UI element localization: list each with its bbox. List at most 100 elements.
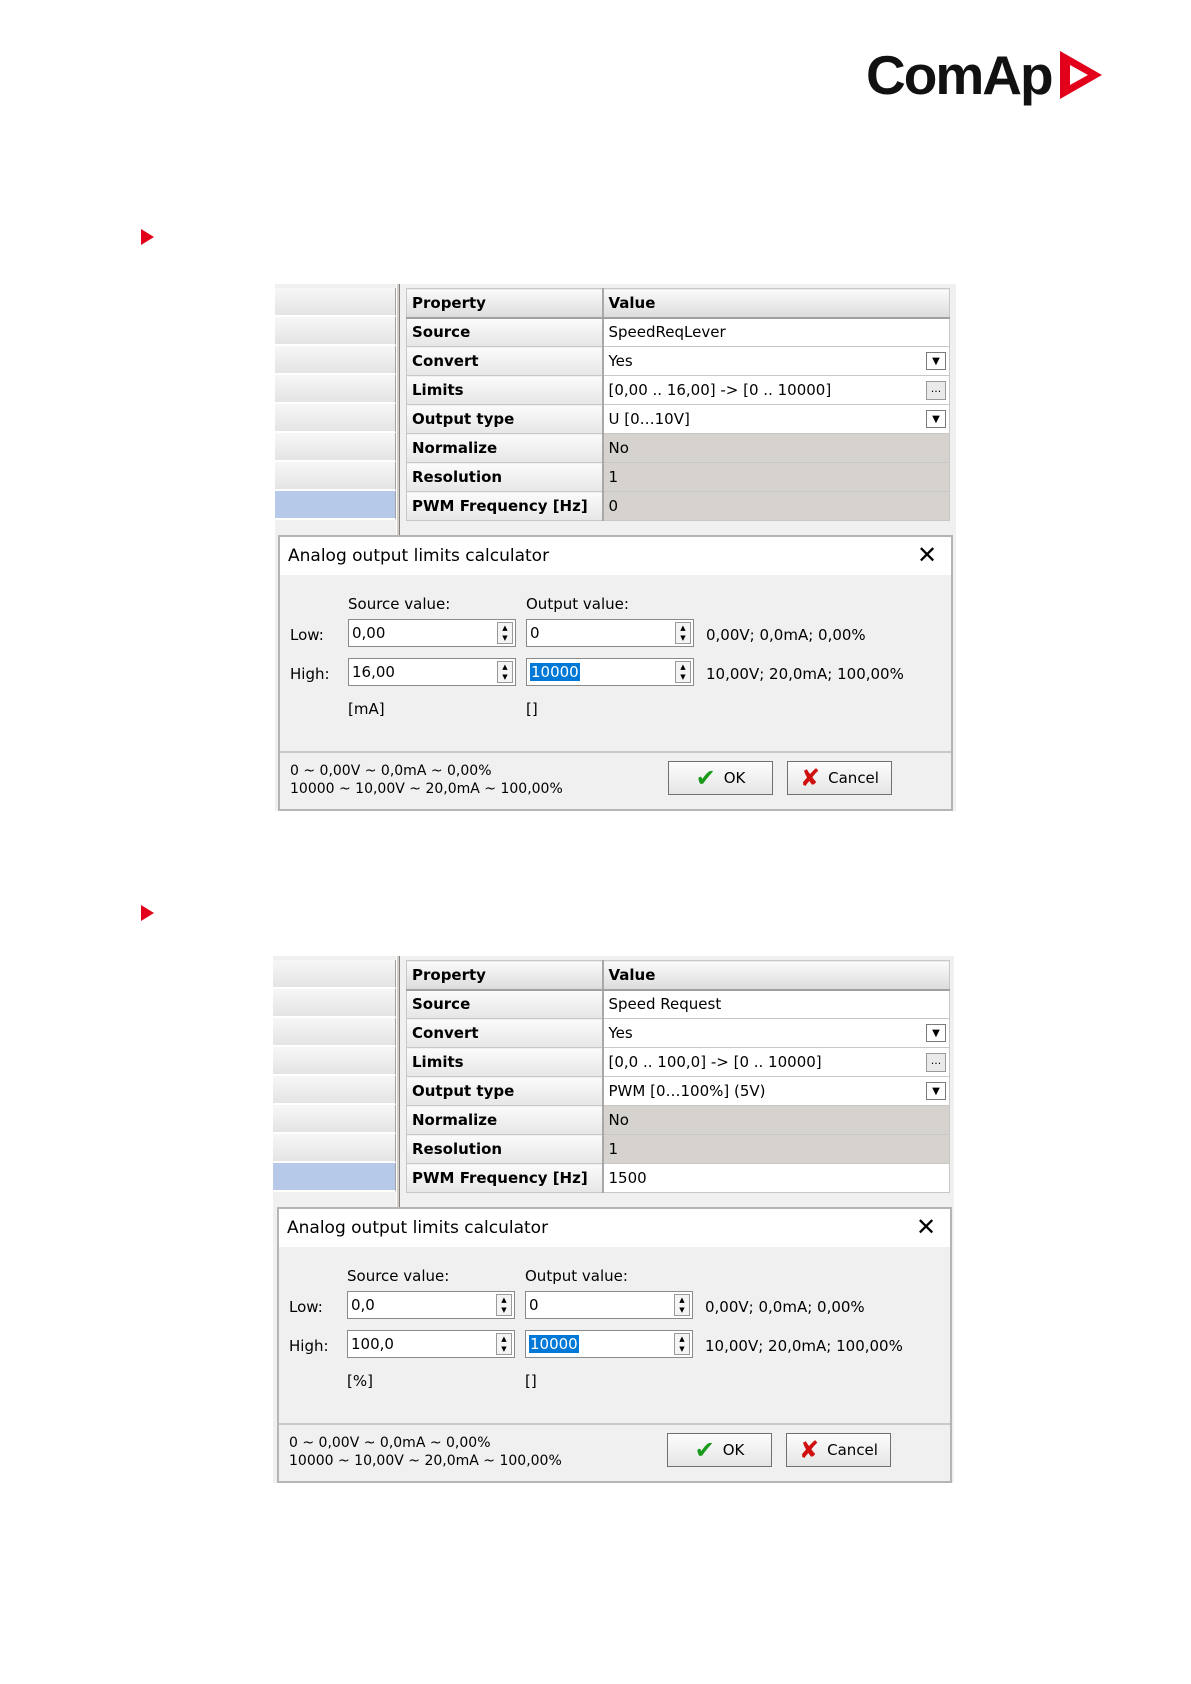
value-text: 1500 xyxy=(608,1169,647,1187)
left-panel-row-selected[interactable] xyxy=(273,1163,396,1192)
low-source-spinner[interactable]: 0,00 ▲ ▼ xyxy=(348,619,516,647)
property-value[interactable]: 1500 xyxy=(602,1163,950,1193)
spinner-arrows-icon[interactable]: ▲ ▼ xyxy=(675,661,691,683)
ellipsis-button[interactable]: ... xyxy=(926,1053,946,1072)
dropdown-arrow-icon[interactable]: ▼ xyxy=(926,352,946,370)
property-label: Resolution xyxy=(406,1134,604,1164)
dialog-footer: 0 ~ 0,00V ~ 0,0mA ~ 0,00% 10000 ~ 10,00V… xyxy=(279,1423,950,1481)
spinner-arrows-icon[interactable]: ▲ ▼ xyxy=(496,1294,512,1316)
property-value[interactable]: Speed Request xyxy=(602,989,950,1019)
spinner-arrows-icon[interactable]: ▲ ▼ xyxy=(674,1294,690,1316)
grid-row-convert[interactable]: Convert Yes ▼ xyxy=(406,1018,950,1048)
grid-row-source[interactable]: Source Speed Request xyxy=(406,989,950,1019)
property-value[interactable]: Yes ▼ xyxy=(602,1018,950,1048)
spinner-arrows-icon[interactable]: ▲ ▼ xyxy=(675,622,691,644)
property-label: PWM Frequency [Hz] xyxy=(406,1163,604,1193)
high-output-spinner[interactable]: 10000 ▲ ▼ xyxy=(525,1330,693,1358)
cancel-button[interactable]: ✘ Cancel xyxy=(787,761,892,795)
left-panel-row[interactable] xyxy=(273,1134,396,1163)
grid-row-output-type[interactable]: Output type U [0…10V] ▼ xyxy=(406,404,950,434)
property-label: Normalize xyxy=(406,1105,604,1135)
property-value[interactable]: PWM [0…100%] (5V) ▼ xyxy=(602,1076,950,1106)
close-icon[interactable]: ✕ xyxy=(912,1214,940,1240)
low-label: Low: xyxy=(290,626,324,644)
close-icon[interactable]: ✕ xyxy=(913,542,941,568)
dropdown-arrow-icon[interactable]: ▼ xyxy=(926,1024,946,1042)
property-value: No xyxy=(602,433,950,463)
ok-button[interactable]: ✔ OK xyxy=(667,1433,772,1467)
source-value-label: Source value: xyxy=(348,595,451,613)
ok-button[interactable]: ✔ OK xyxy=(668,761,773,795)
value-text: 1 xyxy=(608,468,619,486)
grid-row-resolution: Resolution 1 xyxy=(406,462,950,492)
grid-row-source[interactable]: Source SpeedReqLever xyxy=(406,317,950,347)
grid-row-pwm-frequency: PWM Frequency [Hz] 0 xyxy=(406,491,950,521)
low-output-spinner[interactable]: 0 ▲ ▼ xyxy=(525,1291,693,1319)
left-panel-row[interactable] xyxy=(275,288,396,317)
left-panel-row-selected[interactable] xyxy=(275,491,396,520)
left-panel-row[interactable] xyxy=(273,1047,396,1076)
property-grid: Property Value Source Speed Request Conv… xyxy=(406,960,950,1193)
property-label: Limits xyxy=(406,375,604,405)
left-panel-row[interactable] xyxy=(275,317,396,346)
high-output-spinner[interactable]: 10000 ▲ ▼ xyxy=(526,658,694,686)
spinner-value-selected: 10000 xyxy=(530,663,580,681)
left-panel-row[interactable] xyxy=(273,989,396,1018)
low-output-spinner[interactable]: 0 ▲ ▼ xyxy=(526,619,694,647)
property-value[interactable]: U [0…10V] ▼ xyxy=(602,404,950,434)
left-panel xyxy=(275,288,396,520)
high-source-spinner[interactable]: 16,00 ▲ ▼ xyxy=(348,658,516,686)
grid-row-pwm-frequency[interactable]: PWM Frequency [Hz] 1500 xyxy=(406,1163,950,1193)
bullet-icon xyxy=(141,229,154,245)
property-value[interactable]: SpeedReqLever xyxy=(602,317,950,347)
header-property: Property xyxy=(406,960,604,991)
property-label: Normalize xyxy=(406,433,604,463)
grid-row-limits[interactable]: Limits [0,00 .. 16,00] -> [0 .. 10000]..… xyxy=(406,375,950,405)
value-text: Yes xyxy=(608,352,633,370)
dropdown-arrow-icon[interactable]: ▼ xyxy=(926,410,946,428)
value-text: 1 xyxy=(608,1140,619,1158)
spinner-arrows-icon[interactable]: ▲ ▼ xyxy=(496,1333,512,1355)
dropdown-arrow-icon[interactable]: ▼ xyxy=(926,1082,946,1100)
left-panel-row[interactable] xyxy=(273,1018,396,1047)
summary-line-1: 0 ~ 0,00V ~ 0,0mA ~ 0,00% xyxy=(289,1435,491,1451)
cancel-button[interactable]: ✘ Cancel xyxy=(786,1433,891,1467)
property-label: Output type xyxy=(406,1076,604,1106)
spinner-value: 16,00 xyxy=(352,663,395,681)
ok-label: OK xyxy=(722,1441,745,1459)
source-unit: [mA] xyxy=(348,700,385,718)
property-value[interactable]: [0,00 .. 16,00] -> [0 .. 10000]... xyxy=(602,375,950,405)
left-panel-row[interactable] xyxy=(273,960,396,989)
property-label: Output type xyxy=(406,404,604,434)
left-panel-row[interactable] xyxy=(275,375,396,404)
high-result-text: 10,00V; 20,0mA; 100,00% xyxy=(706,665,904,683)
bullet-icon xyxy=(141,905,154,921)
spinner-arrows-icon[interactable]: ▲ ▼ xyxy=(497,622,513,644)
property-value[interactable]: [0,0 .. 100,0] -> [0 .. 10000]... xyxy=(602,1047,950,1077)
left-panel-row[interactable] xyxy=(275,346,396,375)
header-property: Property xyxy=(406,288,604,319)
grid-row-output-type[interactable]: Output type PWM [0…100%] (5V) ▼ xyxy=(406,1076,950,1106)
spinner-arrows-icon[interactable]: ▲ ▼ xyxy=(674,1333,690,1355)
left-panel-row[interactable] xyxy=(273,1076,396,1105)
ellipsis-button[interactable]: ... xyxy=(926,381,946,400)
spinner-value: 0,0 xyxy=(351,1296,375,1314)
cancel-label: Cancel xyxy=(827,1441,878,1459)
property-value: No xyxy=(602,1105,950,1135)
property-label: PWM Frequency [Hz] xyxy=(406,491,604,521)
left-panel-row[interactable] xyxy=(275,404,396,433)
grid-row-limits[interactable]: Limits [0,0 .. 100,0] -> [0 .. 10000]... xyxy=(406,1047,950,1077)
spinner-value: 0 xyxy=(529,1296,539,1314)
grid-row-convert[interactable]: Convert Yes ▼ xyxy=(406,346,950,376)
property-label: Convert xyxy=(406,1018,604,1048)
spinner-value: 0 xyxy=(530,624,540,642)
left-panel-row[interactable] xyxy=(275,433,396,462)
low-source-spinner[interactable]: 0,0 ▲ ▼ xyxy=(347,1291,515,1319)
property-value[interactable]: Yes ▼ xyxy=(602,346,950,376)
grid-header: Property Value xyxy=(406,288,950,319)
left-panel-row[interactable] xyxy=(273,1105,396,1134)
spinner-arrows-icon[interactable]: ▲ ▼ xyxy=(497,661,513,683)
high-source-spinner[interactable]: 100,0 ▲ ▼ xyxy=(347,1330,515,1358)
property-label: Limits xyxy=(406,1047,604,1077)
left-panel-row[interactable] xyxy=(275,462,396,491)
